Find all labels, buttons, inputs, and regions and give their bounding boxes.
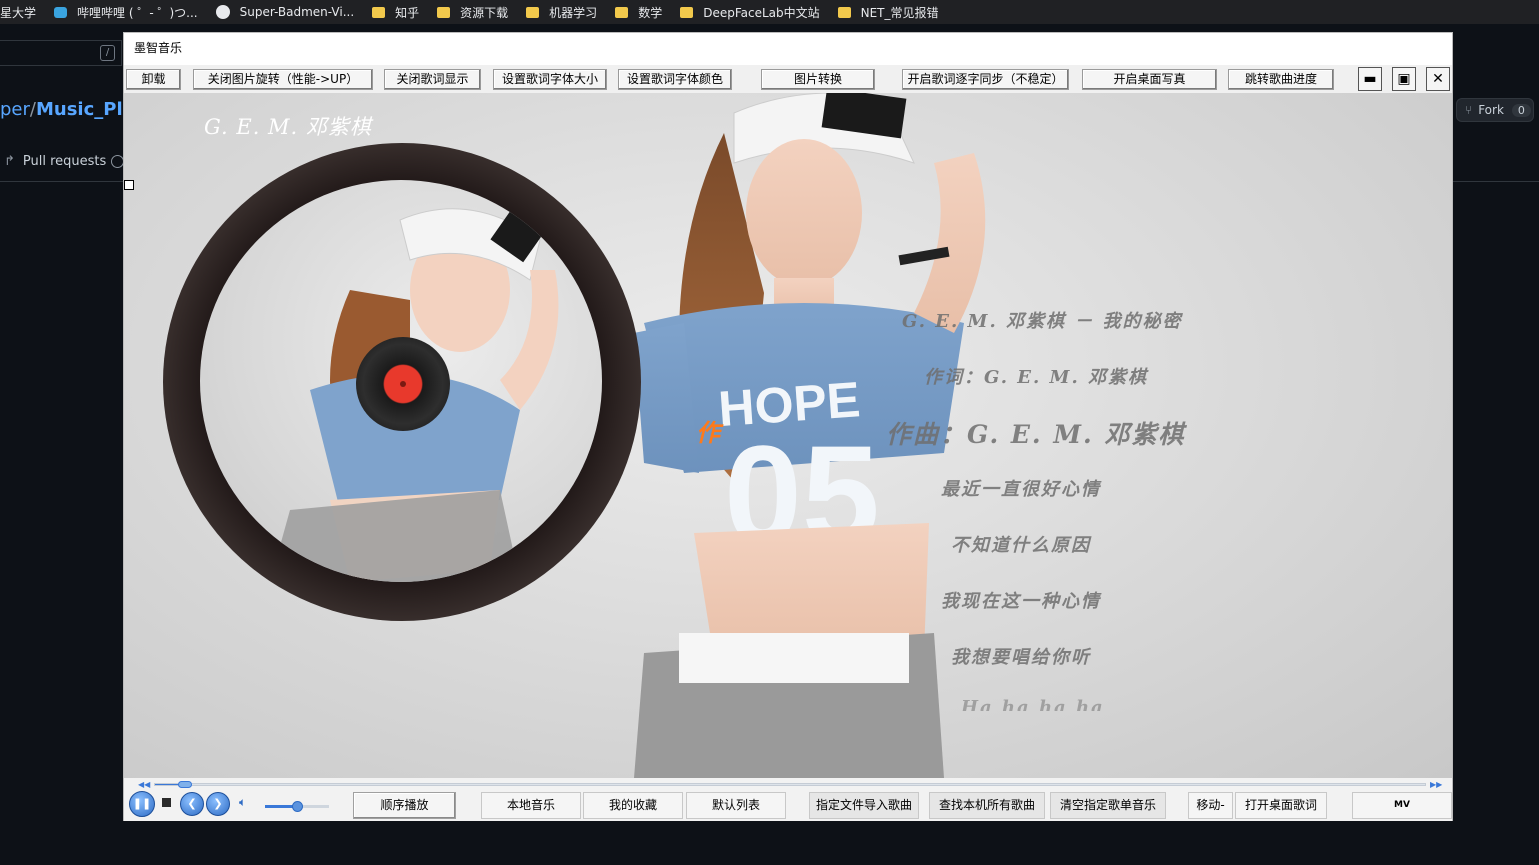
search-shortcut-key: / [100,45,115,61]
lyric-line: Ha ha ha ha [961,697,1105,711]
favorites-button[interactable]: 我的收藏 [583,792,683,819]
folder-icon [372,6,386,18]
image-convert-button[interactable]: 图片转换 [761,69,875,90]
album-art-stage: HOPE 05 G. E. M. 邓紫棋 作 G. E. M. 邓紫棋 － 我的… [124,93,1452,778]
clear-playlist-button[interactable]: 清空指定歌单音乐 [1050,792,1166,819]
divider [1453,181,1539,182]
bookmark-label: Super-Badmen-Vi... [239,5,355,19]
folder-icon [437,6,451,18]
progress-fill [155,784,181,785]
lyric-font-size-button[interactable]: 设置歌词字体大小 [493,69,607,90]
fork-count: 0 [1511,103,1531,117]
bookmark-label: 星大学 [0,5,37,20]
folder-icon [615,6,629,18]
toggle-image-rotation-button[interactable]: 关闭图片旋转（性能->UP） [193,69,373,90]
minimize-icon[interactable]: ▬ [1358,67,1382,91]
uninstall-button[interactable]: 卸载 [126,69,181,90]
scan-all-songs-button[interactable]: 查找本机所有歌曲 [929,792,1045,819]
mv-button[interactable]: MV [1352,792,1452,819]
desktop-lyrics-button[interactable]: 打开桌面歌词 [1235,792,1327,819]
seek-forward-icon[interactable]: ▶▶ [1430,780,1442,789]
record-hole [400,381,406,387]
bookmark-item[interactable]: 星大学 [0,4,36,21]
seek-back-icon[interactable]: ◀◀ [138,780,150,789]
play-mode-button[interactable]: 顺序播放 [353,792,456,819]
volume-track[interactable] [265,801,329,812]
maximize-icon[interactable]: ▣ [1392,67,1416,91]
bookmark-item[interactable]: 机器学习 [526,4,597,21]
word-sync-lyrics-button[interactable]: 开启歌词逐字同步（不稳定） [902,69,1069,90]
previous-icon[interactable]: ❮ [180,792,204,816]
fork-button[interactable]: ⑂ Fork 0 [1456,98,1534,122]
singer-name: G. E. M. 邓紫棋 [204,115,372,139]
close-icon[interactable]: ✕ [1426,67,1450,91]
top-toolbar: 卸载 关闭图片旋转（性能->UP） 关闭歌词显示 设置歌词字体大小 设置歌词字体… [124,65,1452,93]
resize-handle[interactable] [124,180,134,190]
import-file-button[interactable]: 指定文件导入歌曲 [809,792,919,819]
lyric-line: 我现在这一种心情 [941,591,1101,612]
bookmark-item[interactable]: DeepFaceLab中文站 [680,4,820,21]
desktop-photo-button[interactable]: 开启桌面写真 [1082,69,1217,90]
lyric-line: 我想要唱给你听 [951,647,1091,668]
divider [0,181,123,182]
music-player-window: 墨智音乐 卸载 关闭图片旋转（性能->UP） 关闭歌词显示 设置歌词字体大小 设… [123,32,1453,821]
move-button[interactable]: 移动- [1188,792,1233,819]
github-search-input[interactable]: / [0,40,122,66]
bookmark-label: 机器学习 [549,5,598,20]
github-icon [215,5,230,19]
bookmark-label: 知乎 [395,5,420,20]
bookmark-item[interactable]: 数学 [615,4,662,21]
repo-owner-link[interactable]: per [0,99,30,120]
bookmark-item[interactable]: Super-Badmen-Vi... [215,5,355,19]
fork-label: Fork [1478,103,1504,117]
toggle-lyrics-button[interactable]: 关闭歌词显示 [384,69,481,90]
lyric-line: 最近一直很好心情 [941,479,1101,500]
bookmark-label: 数学 [638,5,663,20]
lyric-font-color-button[interactable]: 设置歌词字体颜色 [618,69,732,90]
pull-request-icon: ↱ [4,154,15,169]
current-lyric-highlight: 作 [696,418,720,447]
bookmark-item[interactable]: 资源下载 [437,4,508,21]
lyric-line: G. E. M. 邓紫棋 － 我的秘密 [902,311,1183,332]
bookmark-label: NET_常见报错 [860,5,939,20]
tab-pull-requests[interactable]: ↱ Pull requests [4,154,106,169]
default-list-button[interactable]: 默认列表 [686,792,786,819]
seek-progress-button[interactable]: 跳转歌曲进度 [1228,69,1334,90]
lyric-line-current: 作曲：G. E. M. 邓紫棋 [886,420,1186,449]
next-icon[interactable]: ❯ [206,792,230,816]
bookmark-label: 资源下载 [460,5,509,20]
window-title: 墨智音乐 [124,33,1452,65]
fork-icon: ⑂ [1465,103,1473,117]
folder-icon [680,6,694,18]
volume-icon[interactable]: 🔈︎ [239,795,246,810]
player-controls: ◀◀ ▶▶ ❚❚ ❮ ❯ 🔈︎ 顺序播放 本地音乐 我的收藏 默认列表 指定文件… [124,778,1452,821]
tab-label: Pull requests [22,154,107,169]
bookmark-label: 哔哩哔哩 ( ゜- ゜)つ... [77,5,198,20]
bookmarks-bar: 星大学 哔哩哔哩 ( ゜- ゜)つ... Super-Badmen-Vi... … [0,0,1539,24]
bookmark-label: DeepFaceLab中文站 [703,5,820,20]
progress-thumb[interactable] [178,781,193,788]
volume-thumb[interactable] [292,801,303,812]
lyric-line: 作词：G. E. M. 邓紫棋 [924,367,1148,388]
lyric-line: 不知道什么原因 [951,535,1091,556]
progress-track[interactable] [154,781,1426,788]
bookmark-item[interactable]: 哔哩哔哩 ( ゜- ゜)つ... [54,4,198,21]
bookmark-item[interactable]: NET_常见报错 [837,4,939,21]
bilibili-icon [54,6,68,18]
folder-icon [526,6,540,18]
stop-icon[interactable] [162,798,171,807]
local-music-button[interactable]: 本地音乐 [481,792,581,819]
folder-icon [837,6,851,18]
bookmark-item[interactable]: 知乎 [372,4,419,21]
pause-icon[interactable]: ❚❚ [129,791,155,817]
